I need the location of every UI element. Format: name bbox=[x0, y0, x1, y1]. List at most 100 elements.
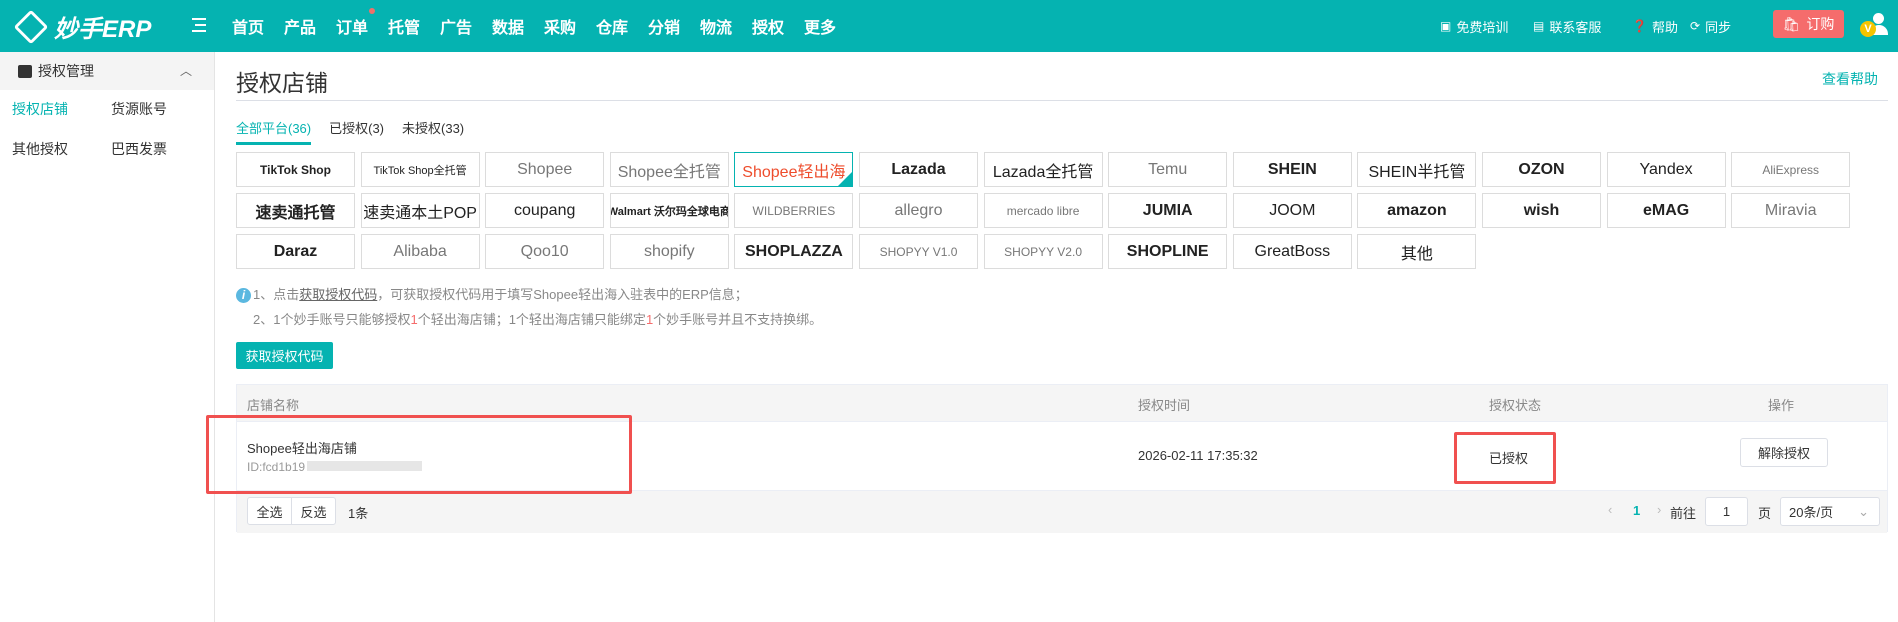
view-help-link[interactable]: 查看帮助 bbox=[1822, 69, 1878, 89]
nav-item[interactable]: 数据 bbox=[492, 14, 544, 38]
main-nav: 首页 产品 订单 托管 广告 数据 采购 仓库 分销 物流 授权 更多 bbox=[232, 0, 856, 52]
highlight-status bbox=[1454, 432, 1556, 484]
goto-label: 前往 bbox=[1670, 506, 1697, 521]
tab-unauthorized[interactable]: 未授权(33) bbox=[402, 118, 464, 145]
record-count: 1条 bbox=[348, 506, 369, 521]
platform-tile[interactable]: wish bbox=[1482, 193, 1601, 228]
sidebar-item-auth-store[interactable]: 授权店铺 bbox=[12, 99, 68, 119]
platform-tile[interactable]: SHOPLAZZA bbox=[734, 234, 854, 269]
page-unit-label: 页 bbox=[1758, 506, 1772, 521]
prev-page-icon[interactable]: ‹ bbox=[1608, 502, 1612, 517]
nav-item[interactable]: 采购 bbox=[544, 14, 596, 38]
nav-item[interactable]: 产品 bbox=[284, 14, 336, 38]
platform-tile[interactable]: SHEIN bbox=[1232, 152, 1352, 187]
nav-item[interactable]: 授权 bbox=[752, 14, 804, 38]
platform-tile[interactable]: GreatBoss bbox=[1232, 234, 1352, 269]
nav-item[interactable]: 更多 bbox=[804, 14, 856, 38]
sync-icon: ⟳ bbox=[1690, 19, 1701, 33]
top-header: 妙手ERP 首页 产品 订单 托管 广告 数据 采购 仓库 分销 物流 授权 更多 ▣ 免费培训 ▤ 联系… bbox=[0, 0, 1898, 52]
platform-tile[interactable]: amazon bbox=[1357, 193, 1477, 228]
platform-tile[interactable]: TikTok Shop全托管 bbox=[360, 152, 480, 187]
menu-toggle-icon[interactable] bbox=[192, 18, 206, 32]
platform-tile[interactable]: SHEIN半托管 bbox=[1357, 152, 1477, 187]
platform-tile[interactable]: eMAG bbox=[1606, 193, 1726, 228]
divider bbox=[236, 100, 1888, 101]
goto-page-input[interactable]: 1 bbox=[1705, 497, 1748, 526]
tip-line-2: 2、1个妙手账号只能够授权1个轻出海店铺；1个轻出海店铺只能绑定1个妙手账号并且… bbox=[253, 312, 823, 327]
tab-all[interactable]: 全部平台(36) bbox=[236, 118, 312, 145]
nav-item[interactable]: 首页 bbox=[232, 14, 284, 38]
platform-tile[interactable]: OZON bbox=[1482, 152, 1601, 187]
platform-tile[interactable]: Miravia bbox=[1731, 193, 1851, 228]
platform-tile[interactable]: SHOPLINE bbox=[1108, 234, 1228, 269]
service-link[interactable]: ▤ 联系客服 bbox=[1533, 0, 1601, 52]
platform-tile[interactable]: Daraz bbox=[236, 234, 355, 269]
logo-icon bbox=[13, 9, 49, 44]
nav-item[interactable]: 托管 bbox=[388, 14, 440, 38]
platform-tile[interactable]: JOOM bbox=[1232, 193, 1352, 228]
platform-tile[interactable]: Lazada全托管 bbox=[983, 152, 1103, 187]
page-1[interactable]: 1 bbox=[1633, 503, 1640, 518]
platform-tile[interactable]: shopify bbox=[609, 234, 729, 269]
vip-badge: V bbox=[1860, 21, 1876, 37]
auth-time: 2026-02-11 17:35:32 bbox=[1138, 448, 1258, 463]
get-auth-code-button[interactable]: 获取授权代码 bbox=[236, 342, 333, 369]
platform-tile[interactable]: coupang bbox=[485, 193, 605, 228]
page-title: 授权店铺 bbox=[236, 70, 328, 96]
get-code-link[interactable]: 获取授权代码 bbox=[299, 287, 377, 302]
platform-tile[interactable]: 速卖通本土POP bbox=[360, 193, 480, 228]
monitor-icon: ▣ bbox=[1440, 19, 1452, 33]
sidebar: 授权管理 ︿ 授权店铺 货源账号 其他授权 巴西发票 bbox=[0, 52, 215, 622]
platform-tile[interactable]: Qoo10 bbox=[485, 234, 605, 269]
logo[interactable]: 妙手ERP bbox=[13, 9, 151, 44]
nav-item[interactable]: 广告 bbox=[440, 14, 492, 38]
platform-tile[interactable]: AliExpress bbox=[1731, 152, 1851, 187]
platform-tile[interactable]: 速卖通托管 bbox=[236, 193, 355, 228]
invert-select-button[interactable]: 反选 bbox=[291, 497, 336, 525]
platform-tile[interactable]: JUMIA bbox=[1108, 193, 1228, 228]
select-all-button[interactable]: 全选 bbox=[247, 497, 292, 525]
platform-tile[interactable]: allegro bbox=[859, 193, 978, 228]
training-link[interactable]: ▣ 免费培训 bbox=[1440, 0, 1508, 52]
avatar[interactable]: V bbox=[1860, 13, 1890, 39]
sidebar-item-source-account[interactable]: 货源账号 bbox=[111, 99, 167, 119]
page-size-select[interactable]: 20条/页 ⌄ bbox=[1780, 497, 1880, 526]
platform-tile[interactable]: Shopee bbox=[485, 152, 605, 187]
platform-tile[interactable]: Shopee轻出海 bbox=[734, 152, 854, 187]
platform-tile[interactable]: Lazada bbox=[859, 152, 978, 187]
sidebar-item-brazil-invoice[interactable]: 巴西发票 bbox=[111, 139, 167, 159]
platform-tile[interactable]: Temu bbox=[1108, 152, 1228, 187]
col-actions: 操作 bbox=[1768, 398, 1795, 413]
nav-item[interactable]: 订单 bbox=[336, 8, 388, 38]
bag-icon: 🛍 bbox=[1782, 15, 1801, 32]
sync-link[interactable]: ⟳ 同步 bbox=[1690, 0, 1731, 52]
nav-item[interactable]: 仓库 bbox=[596, 14, 648, 38]
chat-icon: ▤ bbox=[1533, 19, 1545, 33]
platform-tile[interactable]: SHOPYY V2.0 bbox=[983, 234, 1103, 269]
sidebar-item-other-auth[interactable]: 其他授权 bbox=[12, 139, 68, 159]
notification-dot bbox=[369, 8, 375, 14]
chevron-down-icon: ⌄ bbox=[1858, 503, 1869, 519]
nav-item[interactable]: 物流 bbox=[700, 14, 752, 38]
tab-authorized[interactable]: 已授权(3) bbox=[329, 118, 384, 145]
next-page-icon[interactable]: › bbox=[1657, 502, 1661, 517]
platform-tile[interactable]: 其他 bbox=[1357, 234, 1477, 269]
platform-tabs: 全部平台(36) 已授权(3) 未授权(33) bbox=[236, 118, 464, 145]
unbind-button[interactable]: 解除授权 bbox=[1740, 438, 1828, 467]
table-footer: 全选 反选 1条 ‹ 1 › 前往 1 页 20条/页 ⌄ bbox=[237, 491, 1887, 533]
platform-tile[interactable]: TikTok Shop bbox=[236, 152, 355, 187]
highlight-store-name bbox=[206, 415, 632, 494]
platform-tile[interactable]: Shopee全托管 bbox=[609, 152, 729, 187]
nav-item[interactable]: 分销 bbox=[648, 14, 700, 38]
platform-tile[interactable]: mercado libre bbox=[983, 193, 1103, 228]
info-icon: i bbox=[236, 288, 251, 303]
platform-tile[interactable]: WILDBERRIES bbox=[734, 193, 854, 228]
buy-button[interactable]: 🛍 订购 bbox=[1773, 10, 1844, 38]
chevron-up-icon: ︿ bbox=[179, 64, 192, 78]
platform-tile[interactable]: Walmart 沃尔玛全球电商 bbox=[609, 193, 729, 228]
help-link[interactable]: ❓ 帮助 bbox=[1632, 0, 1678, 52]
sidebar-group-header[interactable]: 授权管理 ︿ bbox=[0, 52, 214, 90]
platform-tile[interactable]: SHOPYY V1.0 bbox=[859, 234, 978, 269]
platform-tile[interactable]: Yandex bbox=[1606, 152, 1726, 187]
platform-tile[interactable]: Alibaba bbox=[360, 234, 480, 269]
